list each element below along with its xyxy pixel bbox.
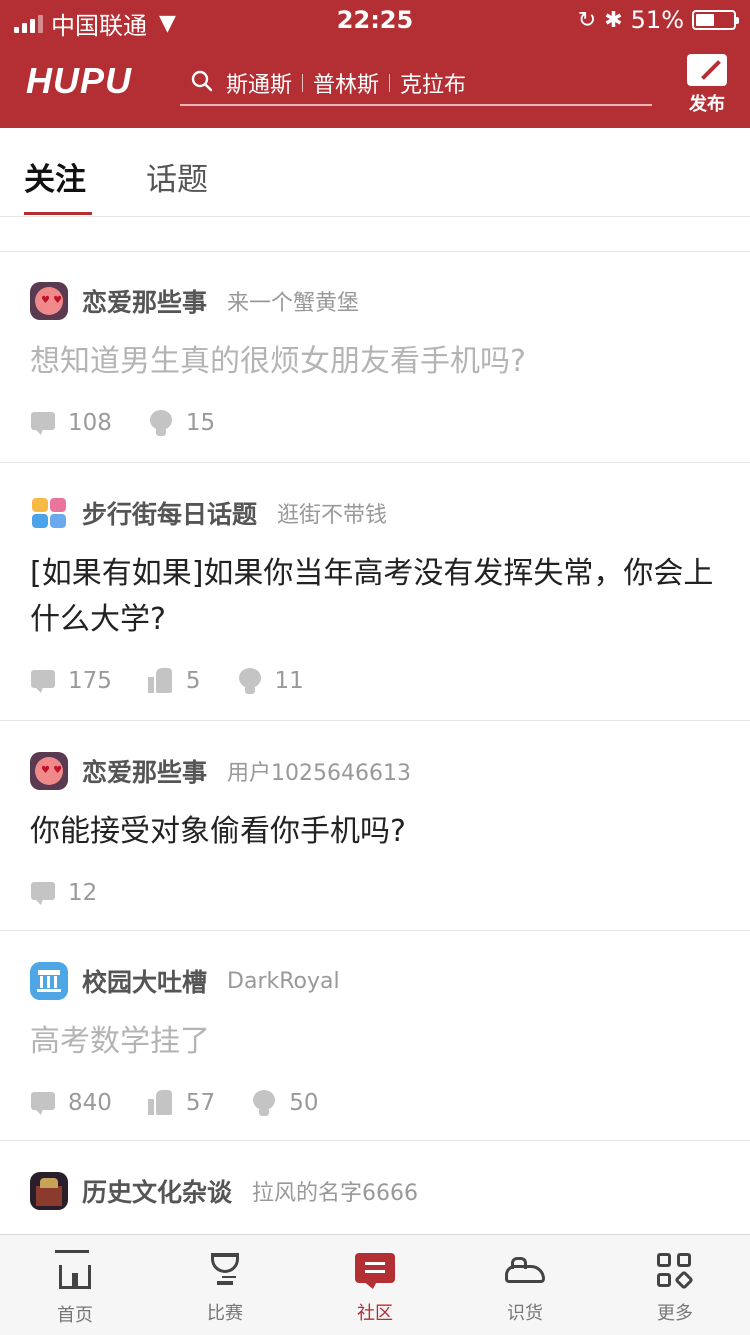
post-title[interactable]: [如果有如果]如果你当年高考没有发挥失常，你会上什么大学?: [30, 551, 720, 643]
board-name[interactable]: 恋爱那些事: [82, 753, 207, 789]
community-chat-icon: [355, 1251, 395, 1291]
thumbs-up-icon: [147, 1090, 174, 1116]
comment-icon: [30, 1090, 56, 1116]
like-count: 57: [147, 1090, 215, 1116]
light-count: 50: [251, 1090, 318, 1116]
comment-count: 12: [30, 880, 97, 906]
author-name[interactable]: 用户1025646613: [227, 755, 411, 787]
post-title[interactable]: 高考数学挂了: [30, 1019, 720, 1065]
battery-percent: 51%: [630, 6, 684, 34]
light-count: 15: [148, 410, 215, 436]
board-name[interactable]: 校园大吐槽: [82, 963, 207, 999]
search-hint: 克拉布: [400, 73, 467, 98]
search-icon: [191, 70, 213, 92]
author-name[interactable]: 拉风的名字6666: [252, 1175, 418, 1207]
tabbar-shihuo[interactable]: 识货: [450, 1235, 600, 1335]
bottom-tab-bar: 首页 比赛 社区 识货 更多: [0, 1234, 750, 1335]
post-feed: ♥ ♥ 恋爱那些事 来一个蟹黄堡 想知道男生真的很烦女朋友看手机吗? 108 1…: [0, 251, 750, 1261]
tabbar-home[interactable]: 首页: [0, 1235, 150, 1335]
comment-icon: [30, 668, 56, 694]
post-item[interactable]: 步行街每日话题 逛街不带钱 [如果有如果]如果你当年高考没有发挥失常，你会上什么…: [0, 463, 750, 721]
tabbar-matches[interactable]: 比赛: [150, 1235, 300, 1335]
campus-building-icon[interactable]: [30, 962, 68, 1000]
post-item[interactable]: 校园大吐槽 DarkRoyal 高考数学挂了 840 57 50: [0, 931, 750, 1141]
board-name[interactable]: 历史文化杂谈: [82, 1173, 232, 1209]
home-icon: [59, 1265, 91, 1289]
tab-topics[interactable]: 话题: [146, 154, 208, 199]
tabbar-more[interactable]: 更多: [600, 1235, 750, 1335]
tabbar-label: 首页: [57, 1305, 93, 1326]
comment-count: 175: [30, 668, 112, 694]
tabbar-label: 更多: [657, 1303, 693, 1324]
bluetooth-icon: ✱: [604, 7, 623, 33]
lightbulb-icon: [148, 410, 174, 436]
status-bar: 中国联通 ▼ 22:25 ↻ ✱ 51%: [0, 0, 750, 40]
active-tab-indicator: [24, 212, 92, 215]
nav-bar: HUPU 斯通斯 普林斯 克拉布 发布: [0, 40, 750, 128]
lightbulb-icon: [251, 1090, 277, 1116]
publish-button[interactable]: 发布: [682, 54, 732, 116]
search-bar[interactable]: 斯通斯 普林斯 克拉布: [180, 62, 652, 106]
comment-count: 108: [30, 410, 112, 436]
publish-label: 发布: [689, 94, 725, 115]
comment-icon: [30, 880, 56, 906]
divider: [302, 74, 304, 92]
post-title[interactable]: 想知道男生真的很烦女朋友看手机吗?: [30, 339, 720, 385]
board-name[interactable]: 恋爱那些事: [82, 283, 207, 319]
sneaker-icon: [505, 1251, 545, 1291]
more-grid-icon: [655, 1251, 695, 1291]
board-name[interactable]: 步行街每日话题: [82, 495, 257, 531]
tabbar-community[interactable]: 社区: [300, 1235, 450, 1335]
tabbar-label: 社区: [357, 1303, 393, 1324]
tab-follow[interactable]: 关注: [24, 154, 86, 199]
lightbulb-icon: [237, 668, 263, 694]
trophy-icon: [205, 1251, 245, 1291]
author-name[interactable]: DarkRoyal: [227, 969, 340, 994]
love-board-icon[interactable]: ♥ ♥: [30, 752, 68, 790]
author-name[interactable]: 来一个蟹黄堡: [227, 285, 359, 317]
post-title[interactable]: 你能接受对象偷看你手机吗?: [30, 809, 720, 855]
rotation-lock-icon: ↻: [577, 7, 597, 33]
divider: [389, 74, 391, 92]
battery-icon: [692, 10, 739, 30]
light-count: 11: [237, 668, 304, 694]
hupu-logo[interactable]: HUPU: [26, 60, 132, 102]
comment-count: 840: [30, 1090, 112, 1116]
search-hint: 斯通斯: [226, 73, 293, 98]
author-name[interactable]: 逛街不带钱: [277, 497, 387, 529]
history-culture-icon[interactable]: [30, 1172, 68, 1210]
tabbar-label: 比赛: [207, 1303, 243, 1324]
daily-topic-icon[interactable]: [30, 494, 68, 532]
feed-tabs: 关注 话题: [0, 128, 750, 217]
edit-icon: [687, 54, 727, 86]
search-hint: 普林斯: [313, 73, 380, 98]
love-board-icon[interactable]: ♥ ♥: [30, 282, 68, 320]
like-count: 5: [147, 668, 201, 694]
comment-icon: [30, 410, 56, 436]
post-item[interactable]: ♥ ♥ 恋爱那些事 用户1025646613 你能接受对象偷看你手机吗? 12: [0, 721, 750, 931]
tabbar-label: 识货: [507, 1303, 543, 1324]
post-item[interactable]: ♥ ♥ 恋爱那些事 来一个蟹黄堡 想知道男生真的很烦女朋友看手机吗? 108 1…: [0, 251, 750, 463]
thumbs-up-icon: [147, 668, 174, 694]
